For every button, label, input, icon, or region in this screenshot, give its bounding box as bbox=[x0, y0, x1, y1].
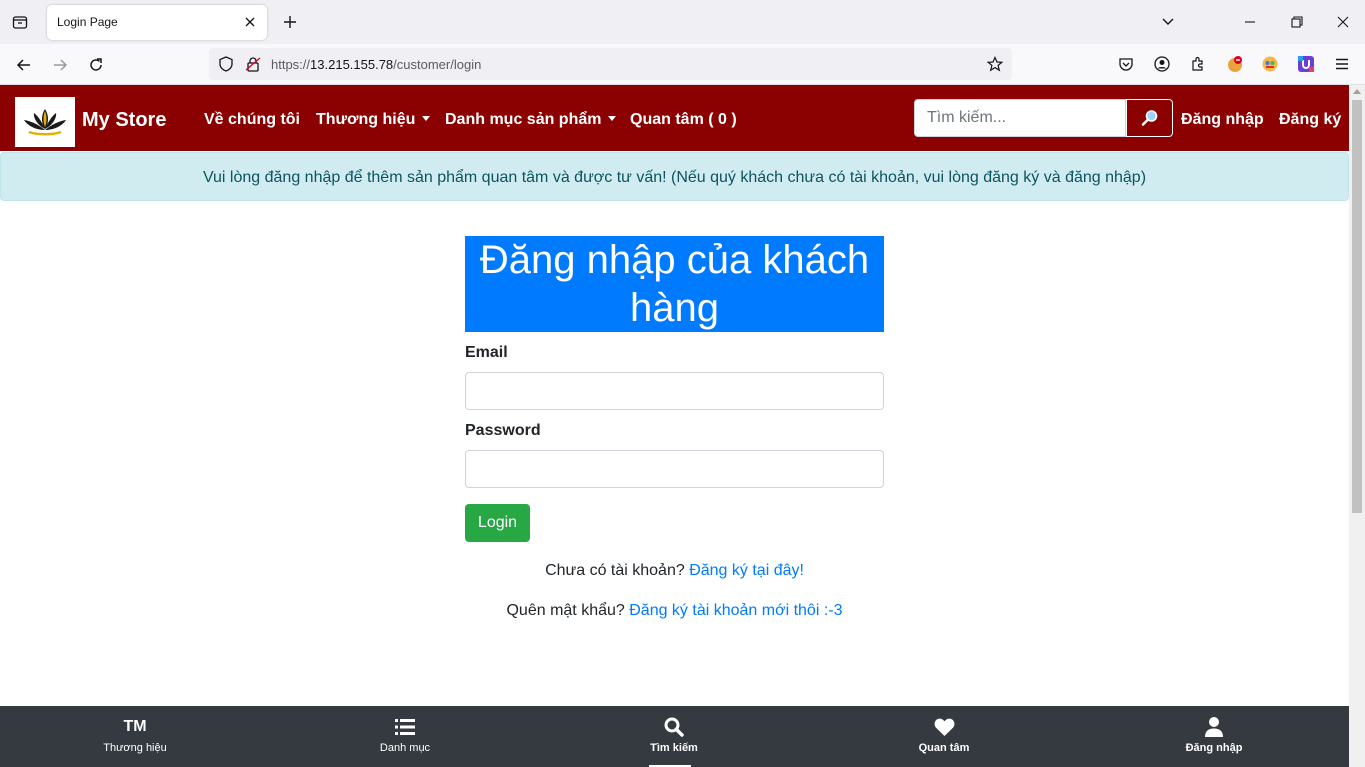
forward-icon[interactable] bbox=[47, 52, 73, 78]
info-alert: Vui lòng đăng nhập để thêm sản phẩm quan… bbox=[0, 152, 1349, 201]
bottom-nav-brands-label: Thương hiệu bbox=[103, 742, 167, 754]
restore-icon[interactable] bbox=[1285, 10, 1309, 34]
browser-tab-active[interactable]: Login Page bbox=[47, 5, 267, 40]
login-button[interactable]: Login bbox=[465, 504, 530, 542]
browser-toolbar: https://13.215.155.78/customer/login bbox=[0, 44, 1365, 85]
scroll-thumb[interactable] bbox=[1352, 100, 1362, 513]
list-all-tabs-icon[interactable] bbox=[1156, 10, 1180, 34]
search-button[interactable] bbox=[1126, 99, 1173, 137]
menu-icon[interactable] bbox=[1331, 53, 1353, 75]
password-label: Password bbox=[465, 422, 541, 439]
caret-down-icon bbox=[608, 116, 617, 121]
minimize-icon[interactable] bbox=[1238, 10, 1262, 34]
bottom-nav-brands[interactable]: TM Thương hiệu bbox=[55, 706, 215, 767]
user-icon bbox=[1205, 717, 1223, 737]
tab-title: Login Page bbox=[57, 15, 118, 29]
nav-about[interactable]: Về chúng tôi bbox=[204, 111, 300, 129]
page-scrollbar[interactable] bbox=[1349, 85, 1365, 767]
shield-icon[interactable] bbox=[217, 55, 235, 73]
heart-icon bbox=[934, 717, 955, 737]
search-input[interactable] bbox=[914, 99, 1126, 137]
new-tab-icon[interactable] bbox=[279, 11, 301, 33]
forgot-prompt-text: Quên mật khẩu? bbox=[506, 602, 625, 619]
forgot-link[interactable]: Đăng ký tài khoản mới thôi :-3 bbox=[629, 602, 842, 619]
register-link[interactable]: Đăng ký tại đây! bbox=[689, 562, 804, 579]
extension-blocker-icon[interactable] bbox=[1224, 53, 1246, 75]
bottom-nav-login-label: Đăng nhập bbox=[1185, 742, 1243, 754]
nav-categories-dropdown[interactable]: Danh mục sản phẩm bbox=[445, 111, 617, 129]
extension-u-icon[interactable] bbox=[1295, 53, 1317, 75]
search-icon bbox=[1141, 110, 1157, 126]
nav-brands-dropdown[interactable]: Thương hiệu bbox=[316, 111, 431, 129]
scroll-up-arrow-icon[interactable] bbox=[1353, 89, 1361, 94]
login-title: Đăng nhập của khách hàng bbox=[465, 236, 884, 332]
address-bar[interactable]: https://13.215.155.78/customer/login bbox=[209, 48, 1012, 80]
register-prompt-text: Chưa có tài khoản? bbox=[545, 562, 685, 579]
nav-login[interactable]: Đăng nhập bbox=[1181, 111, 1264, 129]
brand-name[interactable]: My Store bbox=[82, 109, 166, 132]
bottom-nav-login[interactable]: Đăng nhập bbox=[1134, 706, 1294, 767]
search-icon bbox=[664, 717, 684, 737]
reload-icon[interactable] bbox=[83, 52, 109, 78]
nav-wishlist[interactable]: Quan tâm ( 0 ) bbox=[630, 111, 737, 129]
bottom-nav-wishlist[interactable]: Quan tâm bbox=[864, 706, 1024, 767]
extension-colorful-icon[interactable] bbox=[1259, 53, 1281, 75]
caret-down-icon bbox=[422, 116, 431, 121]
forgot-prompt: Quên mật khẩu? Đăng ký tài khoản mới thô… bbox=[465, 602, 884, 620]
bottom-nav-wishlist-label: Quan tâm bbox=[918, 742, 970, 754]
lotus-icon bbox=[24, 109, 66, 136]
password-field[interactable] bbox=[465, 450, 884, 488]
account-icon[interactable] bbox=[1151, 53, 1173, 75]
bottom-nav-search[interactable]: Tìm kiếm bbox=[594, 706, 754, 767]
close-tab-icon[interactable] bbox=[241, 13, 259, 31]
insecure-lock-icon[interactable] bbox=[244, 55, 262, 73]
bottom-nav-categories[interactable]: Danh mục bbox=[325, 706, 485, 767]
bottom-nav: TM Thương hiệu Danh mục Tìm kiếm Quan tâ… bbox=[0, 706, 1349, 767]
register-prompt: Chưa có tài khoản? Đăng ký tại đây! bbox=[465, 562, 884, 580]
site-navbar: My Store Về chúng tôi Thương hiệu Danh m… bbox=[0, 85, 1349, 151]
bottom-nav-search-label: Tìm kiếm bbox=[650, 742, 698, 754]
store-logo[interactable] bbox=[15, 97, 75, 147]
bottom-nav-categories-label: Danh mục bbox=[379, 742, 431, 754]
email-label: Email bbox=[465, 344, 508, 361]
pocket-icon[interactable] bbox=[1115, 53, 1137, 75]
bookmark-star-icon[interactable] bbox=[986, 55, 1004, 73]
trademark-icon: TM bbox=[123, 718, 147, 735]
url-text: https://13.215.155.78/customer/login bbox=[271, 57, 482, 72]
nav-register[interactable]: Đăng ký bbox=[1279, 111, 1341, 129]
email-field[interactable] bbox=[465, 372, 884, 410]
browser-tab-bar: Login Page bbox=[0, 0, 1365, 44]
close-window-icon[interactable] bbox=[1331, 10, 1355, 34]
back-icon[interactable] bbox=[11, 52, 37, 78]
list-icon bbox=[395, 717, 415, 737]
tab-list-icon[interactable] bbox=[8, 10, 32, 34]
extensions-icon[interactable] bbox=[1187, 53, 1209, 75]
